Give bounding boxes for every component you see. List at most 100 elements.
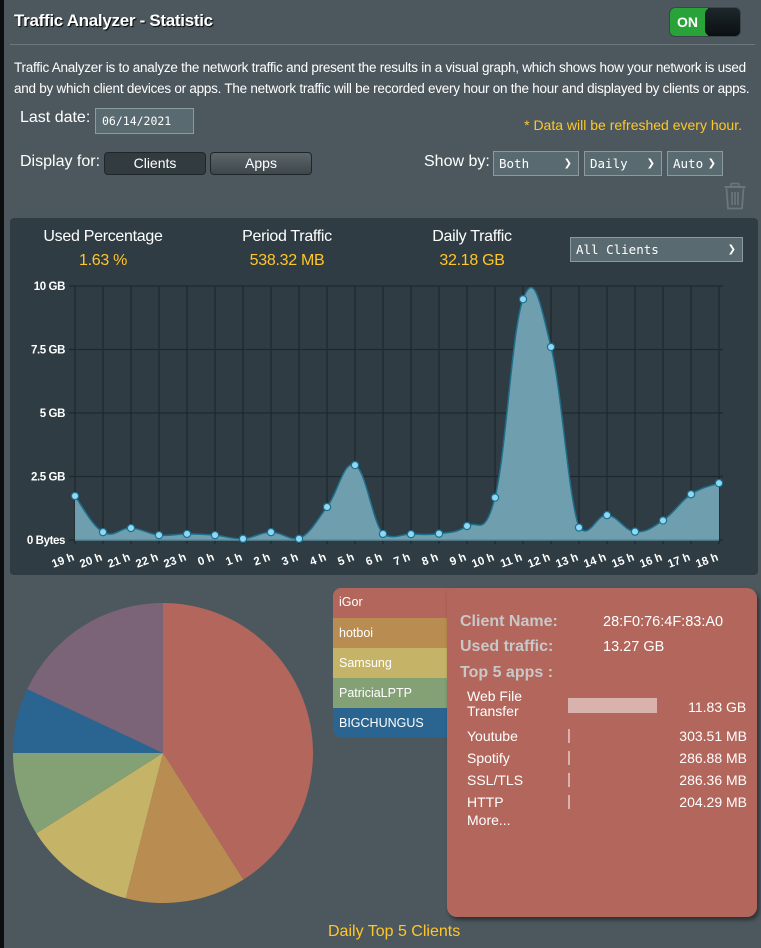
data-point[interactable] <box>238 534 248 543</box>
daily-traffic-value: 32.18 GB <box>439 252 505 269</box>
data-point[interactable] <box>266 527 276 537</box>
period-traffic-stat: Period Traffic 538.32 MB <box>232 228 342 270</box>
data-point[interactable] <box>546 342 556 352</box>
x-tick-label: 13 h <box>554 552 580 571</box>
x-tick-label: 6 h <box>364 552 384 569</box>
legend-item[interactable]: PatriciaLPTP <box>333 678 447 708</box>
refresh-note: * Data will be refreshed every hour. <box>524 117 742 133</box>
traffic-analyzer-toggle[interactable]: ON <box>669 7 741 37</box>
app-usage-bar <box>568 698 657 713</box>
x-tick-label: 16 h <box>638 552 664 571</box>
y-tick-label: 10 GB <box>34 281 65 293</box>
x-tick-label: 22 h <box>134 552 160 571</box>
more-apps-link[interactable]: More... <box>467 812 511 828</box>
show-by-label: Show by: <box>424 153 490 170</box>
x-tick-label: 2 h <box>252 552 272 569</box>
chevron-down-icon: ❯ <box>727 244 736 255</box>
app-amount-value: 286.88 <box>679 750 723 766</box>
app-row: SSL/TLS 286.36 MB <box>467 769 752 791</box>
client-filter-value: All Clients <box>576 242 659 257</box>
data-point[interactable] <box>210 530 220 540</box>
app-row: Spotify 286.88 MB <box>467 747 752 769</box>
data-point[interactable] <box>714 478 724 488</box>
data-point[interactable] <box>434 529 444 538</box>
last-date-label: Last date: <box>20 109 91 126</box>
legend-item[interactable]: Samsung <box>333 648 447 678</box>
used-traffic-value: 13.27 GB <box>603 639 665 655</box>
y-tick-label: 7.5 GB <box>31 345 65 357</box>
app-usage-bar <box>568 751 570 765</box>
used-percentage-value: 1.63 % <box>78 252 127 269</box>
x-tick-label: 8 h <box>420 552 440 569</box>
x-tick-label: 21 h <box>106 552 132 571</box>
x-tick-label: 1 h <box>224 552 244 569</box>
app-name: SSL/TLS <box>467 772 524 788</box>
data-point[interactable] <box>602 510 612 520</box>
traffic-area-fill <box>75 287 719 540</box>
legend-item[interactable]: hotboi <box>333 618 447 648</box>
data-point[interactable] <box>182 529 192 539</box>
chevron-down-icon: ❯ <box>646 158 655 169</box>
last-date-input[interactable]: 06/14/2021 <box>95 108 194 134</box>
data-point[interactable] <box>378 529 388 539</box>
data-point[interactable] <box>70 491 80 501</box>
app-amount: 286.36 MB <box>679 769 752 791</box>
app-amount-unit: GB <box>726 699 747 715</box>
unit-select[interactable]: Auto ❯ <box>667 151 723 176</box>
chevron-down-icon: ❯ <box>563 158 572 169</box>
x-tick-label: 17 h <box>666 552 692 571</box>
page-title: Traffic Analyzer - Statistic <box>14 11 213 30</box>
legend-item[interactable]: BIGCHUNGUS <box>333 708 447 737</box>
data-point[interactable] <box>126 523 136 533</box>
data-point[interactable] <box>658 516 668 525</box>
x-tick-label: 23 h <box>162 552 188 571</box>
app-amount-unit: MB <box>726 750 747 766</box>
used-percentage-label: Used Percentage <box>43 228 163 245</box>
daily-traffic-label: Daily Traffic <box>432 228 512 245</box>
period-traffic-label: Period Traffic <box>242 228 332 245</box>
data-point[interactable] <box>154 530 164 540</box>
client-detail-card: Client Name: 28:F0:76:4F:83:A0 Used traf… <box>447 588 757 917</box>
period-select[interactable]: Daily ❯ <box>584 151 662 176</box>
data-point[interactable] <box>490 493 500 502</box>
data-point[interactable] <box>406 529 416 539</box>
app-usage-bar <box>568 729 570 743</box>
period-traffic-value: 538.32 MB <box>249 252 325 269</box>
app-amount-unit: MB <box>726 794 747 810</box>
app-usage-bar <box>568 773 570 787</box>
data-point[interactable] <box>518 295 528 304</box>
top-apps-label: Top 5 apps : <box>460 664 554 681</box>
toggle-knob <box>705 8 740 36</box>
data-point[interactable] <box>630 527 640 536</box>
clients-button[interactable]: Clients <box>104 152 206 175</box>
x-tick-label: 19 h <box>50 552 76 571</box>
app-amount-value: 204.29 <box>679 794 723 810</box>
trash-icon[interactable] <box>723 182 747 210</box>
apps-button[interactable]: Apps <box>210 152 312 175</box>
data-point[interactable] <box>686 490 696 499</box>
x-tick-label: 5 h <box>336 552 356 569</box>
x-tick-label: 10 h <box>470 552 496 571</box>
app-amount-value: 11.83 <box>688 699 723 715</box>
pie-caption: Daily Top 5 Clients <box>328 923 461 940</box>
data-point[interactable] <box>294 534 304 543</box>
x-tick-label: 18 h <box>694 552 720 571</box>
x-tick-label: 14 h <box>582 552 608 571</box>
header-divider <box>10 44 755 45</box>
chevron-down-icon: ❯ <box>707 158 716 169</box>
app-usage-bar <box>568 795 570 809</box>
data-point[interactable] <box>350 460 360 470</box>
data-point[interactable] <box>322 502 332 512</box>
y-tick-label: 5 GB <box>40 408 65 420</box>
period-select-value: Daily <box>590 156 628 171</box>
direction-select[interactable]: Both ❯ <box>493 151 579 176</box>
client-filter-select[interactable]: All Clients ❯ <box>570 237 743 262</box>
data-point[interactable] <box>98 527 108 537</box>
app-amount: 204.29 MB <box>679 791 752 813</box>
legend-item[interactable]: iGor <box>333 588 447 618</box>
data-point[interactable] <box>462 521 472 531</box>
client-name-value: 28:F0:76:4F:83:A0 <box>603 614 724 630</box>
direction-select-value: Both <box>499 156 530 171</box>
data-point[interactable] <box>574 523 584 532</box>
x-tick-label: 9 h <box>448 552 468 569</box>
